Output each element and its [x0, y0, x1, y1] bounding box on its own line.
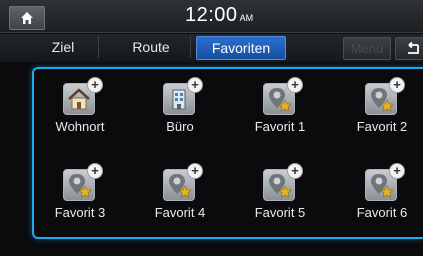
add-icon: + [187, 77, 203, 93]
tab-ziel[interactable]: Ziel [28, 36, 99, 58]
favorite-wohnort[interactable]: + Wohnort [40, 77, 120, 151]
tab-favoriten[interactable]: Favoriten [196, 36, 286, 60]
home-button[interactable] [9, 6, 45, 30]
back-button[interactable] [395, 37, 423, 60]
status-bar: 12:00 AM [0, 0, 423, 33]
favorite-label: Favorit 3 [54, 205, 106, 220]
favorite-4[interactable]: + Favorit 4 [140, 163, 220, 237]
add-icon: + [389, 77, 405, 93]
clock-ampm: AM [239, 13, 254, 23]
add-icon: + [187, 163, 203, 179]
favorite-label: Favorit 1 [254, 119, 306, 134]
add-icon: + [389, 163, 405, 179]
clock: 12:00 AM [185, 4, 253, 27]
favorites-panel: + Wohnort + Büro + Favorit 1 + Favorit 2… [32, 67, 423, 239]
tab-bar: Ziel Route Favoriten Menü [0, 34, 423, 62]
favorite-label: Favorit 4 [154, 205, 206, 220]
tab-route[interactable]: Route [112, 36, 191, 58]
favorite-label: Büro [166, 119, 194, 134]
favorite-label: Wohnort [55, 119, 105, 134]
favorite-5[interactable]: + Favorit 5 [240, 163, 320, 237]
bottom-strip [0, 243, 423, 256]
favorite-label: Favorit 2 [356, 119, 408, 134]
add-icon: + [87, 163, 103, 179]
nav-screen: 12:00 AM Ziel Route Favoriten Menü + Woh… [0, 0, 423, 256]
clock-time: 12:00 [185, 4, 238, 26]
favorite-buero[interactable]: + Büro [140, 77, 220, 151]
favorite-label: Favorit 5 [254, 205, 306, 220]
favorite-3[interactable]: + Favorit 3 [40, 163, 120, 237]
favorite-6[interactable]: + Favorit 6 [342, 163, 422, 237]
menu-button[interactable]: Menü [343, 37, 391, 60]
add-icon: + [287, 163, 303, 179]
favorite-label: Favorit 6 [356, 205, 408, 220]
add-icon: + [87, 77, 103, 93]
home-icon [21, 12, 33, 24]
add-icon: + [287, 77, 303, 93]
back-arrow-icon [408, 41, 419, 54]
favorite-1[interactable]: + Favorit 1 [240, 77, 320, 151]
favorite-2[interactable]: + Favorit 2 [342, 77, 422, 151]
